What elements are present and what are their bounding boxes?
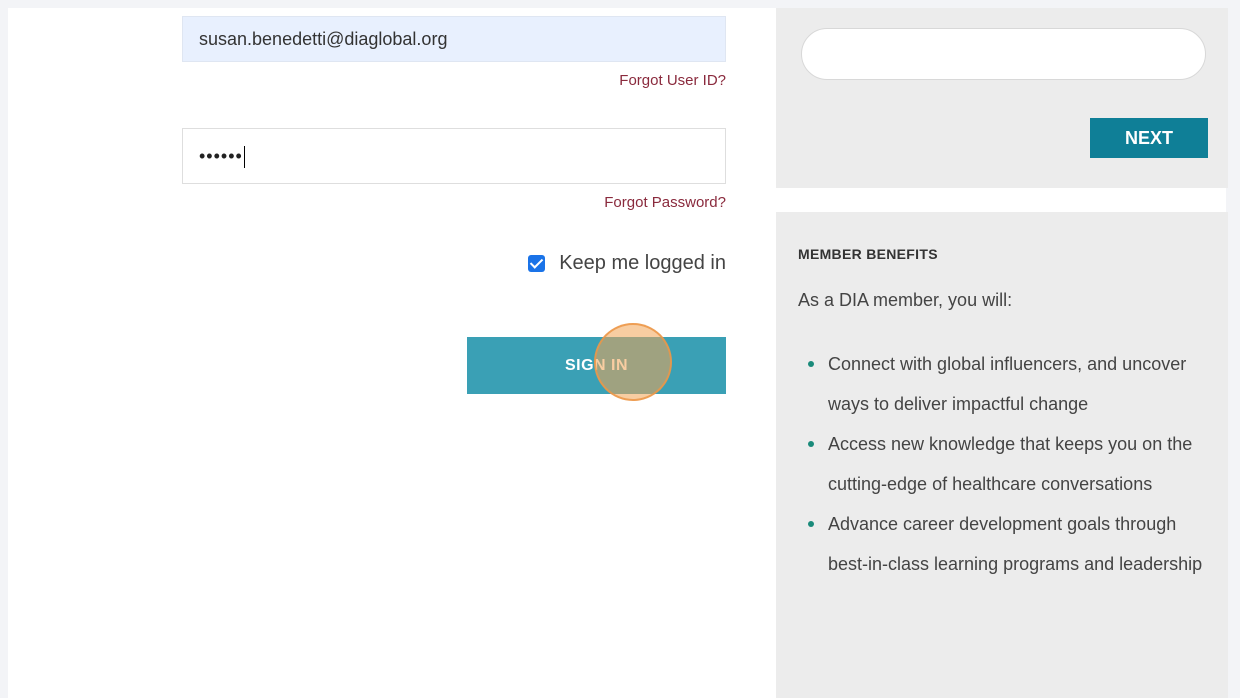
sign-in-label: SIGN IN xyxy=(564,356,629,374)
forgot-userid-link[interactable]: Forgot User ID? xyxy=(619,72,726,89)
text-caret xyxy=(243,146,245,169)
benefit-item: Connect with global influencers, and unc… xyxy=(806,344,1216,424)
keep-logged-in-checkbox[interactable] xyxy=(528,255,546,272)
next-label: NEXT xyxy=(1124,127,1173,148)
lookup-input[interactable] xyxy=(801,28,1206,80)
keep-logged-in-row: Keep me logged in xyxy=(528,252,726,275)
email-field[interactable]: susan.benedetti@diaglobal.org xyxy=(182,16,726,62)
benefit-item: Access new knowledge that keeps you on t… xyxy=(806,424,1216,504)
forgot-password-link[interactable]: Forgot Password? xyxy=(604,194,726,211)
next-button[interactable]: NEXT xyxy=(1090,118,1208,158)
password-field[interactable]: •••••• xyxy=(182,128,726,184)
sign-in-button[interactable]: SIGN IN xyxy=(467,337,726,394)
password-value: •••••• xyxy=(199,146,243,166)
benefits-list: Connect with global influencers, and unc… xyxy=(806,344,1216,584)
login-page: susan.benedetti@diaglobal.org Forgot Use… xyxy=(8,8,1228,698)
member-benefits-panel: MEMBER BENEFITS As a DIA member, you wil… xyxy=(776,212,1228,698)
lookup-panel: NEXT xyxy=(776,8,1228,188)
benefits-title: MEMBER BENEFITS xyxy=(798,246,938,262)
bullet-icon xyxy=(808,361,814,367)
bullet-icon xyxy=(808,441,814,447)
benefits-intro: As a DIA member, you will: xyxy=(798,290,1013,310)
keep-logged-in-label[interactable]: Keep me logged in xyxy=(559,252,726,275)
benefit-text: Access new knowledge that keeps you on t… xyxy=(828,434,1193,494)
benefit-text: Connect with global influencers, and unc… xyxy=(828,354,1187,414)
benefit-text: Advance career development goals through… xyxy=(828,514,1203,574)
bullet-icon xyxy=(808,521,814,527)
benefit-item: Advance career development goals through… xyxy=(806,504,1216,584)
